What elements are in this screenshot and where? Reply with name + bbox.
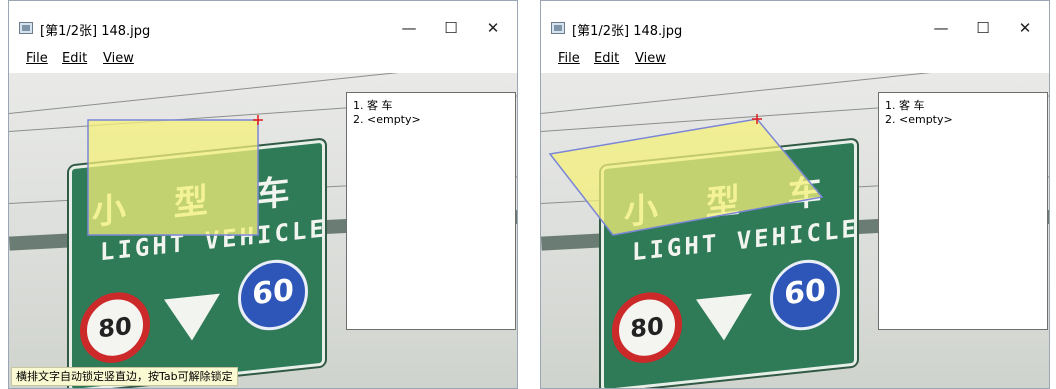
menu-view[interactable]: View [635,51,666,66]
label-item-1[interactable]: 1. 客 车 [353,97,393,113]
menu-edit[interactable]: Edit [62,51,87,66]
title-bar[interactable]: [第1/2张] 148.jpg — ☐ ✕ [9,1,517,45]
minimize-button[interactable]: — [389,13,429,43]
window-title: [第1/2张] 148.jpg [572,24,683,39]
menu-edit[interactable]: Edit [594,51,619,66]
annotation-polygon[interactable] [548,118,824,236]
label-item-2[interactable]: 2. <empty> [353,113,421,126]
maximize-button[interactable]: ☐ [963,13,1003,43]
window-left: [第1/2张] 148.jpg — ☐ ✕ File Edit View 小 型… [8,0,518,389]
window-title: [第1/2张] 148.jpg [40,24,151,39]
window-right: [第1/2张] 148.jpg — ☐ ✕ File Edit View 小 型… [540,0,1050,389]
close-button[interactable]: ✕ [473,13,513,43]
menu-file[interactable]: File [26,51,48,66]
label-item-1[interactable]: 1. 客 车 [885,97,925,113]
label-list-panel[interactable]: 1. 客 车 2. <empty> [346,92,516,330]
menu-bar: File Edit View [9,45,517,73]
label-item-2[interactable]: 2. <empty> [885,113,953,126]
menu-view[interactable]: View [103,51,134,66]
menu-file[interactable]: File [558,51,580,66]
annotation-box[interactable] [87,119,259,236]
minimize-button[interactable]: — [921,13,961,43]
maximize-button[interactable]: ☐ [431,13,471,43]
close-button[interactable]: ✕ [1005,13,1045,43]
title-bar[interactable]: [第1/2张] 148.jpg — ☐ ✕ [541,1,1049,45]
app-icon [551,22,565,34]
menu-bar: File Edit View [541,45,1049,73]
label-list-panel[interactable]: 1. 客 车 2. <empty> [878,92,1048,330]
status-tooltip: 横排文字自动锁定竖直边，按Tab可解除锁定 [11,367,238,386]
app-icon [19,22,33,34]
